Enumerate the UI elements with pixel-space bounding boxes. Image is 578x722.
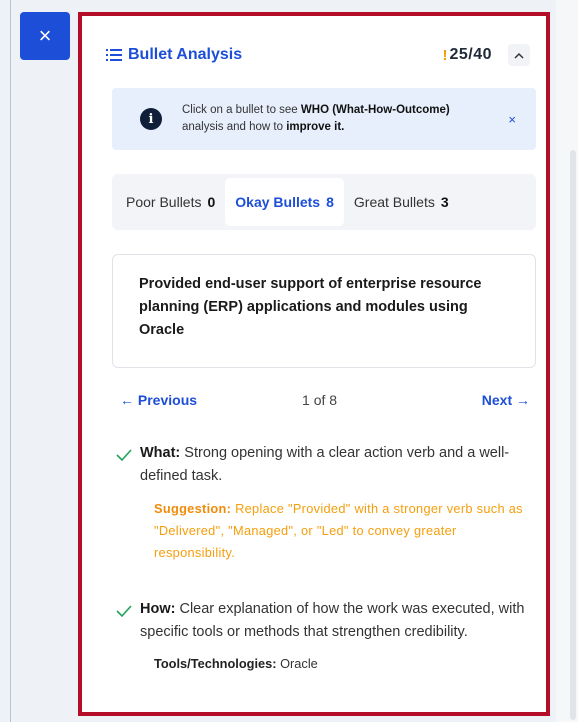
info-close-icon[interactable]: × xyxy=(508,112,516,127)
what-feedback: What: Strong opening with a clear action… xyxy=(116,442,536,564)
chevron-up-icon xyxy=(514,52,524,59)
panel-title: Bullet Analysis xyxy=(128,46,243,63)
tab-okay-bullets[interactable]: Okay Bullets 8 xyxy=(225,178,344,226)
what-text: What: Strong opening with a clear action… xyxy=(140,445,510,484)
tab-poor-bullets[interactable]: Poor Bullets 0 xyxy=(116,178,225,226)
info-banner: i Click on a bullet to see WHO (What-How… xyxy=(112,88,536,150)
left-divider xyxy=(10,0,11,722)
check-icon xyxy=(116,449,132,462)
close-panel-button[interactable]: × xyxy=(20,12,70,60)
page-scrollbar[interactable] xyxy=(570,150,576,720)
info-icon: i xyxy=(140,108,162,130)
list-icon xyxy=(106,49,122,61)
how-feedback: How: Clear explanation of how the work w… xyxy=(116,598,536,671)
collapse-button[interactable] xyxy=(508,44,530,66)
bullet-analysis-panel: Bullet Analysis ! 25/40 i Click on a bul… xyxy=(78,12,550,716)
bullet-tabs: Poor Bullets 0 Okay Bullets 8 Great Bullet… xyxy=(112,174,536,230)
previous-button[interactable]: ← Previous xyxy=(120,392,197,408)
pager: ← Previous 1 of 8 Next → xyxy=(120,388,530,412)
tools-text: Tools/Technologies: Oracle xyxy=(154,656,318,671)
panel-header: Bullet Analysis ! 25/40 xyxy=(106,42,530,68)
close-icon: × xyxy=(38,23,52,48)
left-background xyxy=(0,0,76,722)
how-text: How: Clear explanation of how the work w… xyxy=(140,601,525,640)
score-value: 25/40 xyxy=(449,46,492,63)
score-area: ! 25/40 xyxy=(442,44,530,66)
bullet-text-card[interactable]: Provided end-user support of enterprise … xyxy=(112,254,536,368)
next-button[interactable]: Next → xyxy=(482,392,530,408)
check-icon xyxy=(116,605,132,618)
info-text: Click on a bullet to see WHO (What-How-O… xyxy=(182,104,450,133)
tab-great-bullets[interactable]: Great Bullets 3 xyxy=(344,178,459,226)
page-indicator: 1 of 8 xyxy=(302,392,338,408)
suggestion-text: Suggestion: Replace "Provided" with a st… xyxy=(154,501,523,560)
warning-icon: ! xyxy=(442,46,448,64)
